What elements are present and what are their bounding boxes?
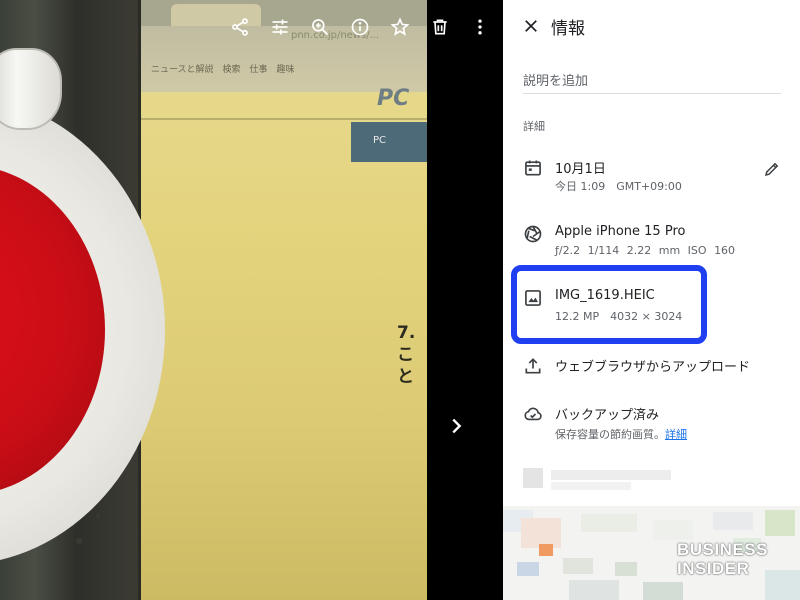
- camera-aperture-icon: [523, 224, 543, 244]
- photo-heading-text: 7. こと: [397, 323, 416, 387]
- description-input[interactable]: 説明を追加: [523, 66, 781, 94]
- photo-laptop-screen: pnn.co.jp/news/... ニュースと解説 検索 仕事 趣味 PC P…: [138, 0, 427, 600]
- camera-settings-text: ƒ/2.2 1/114 2.22 mm ISO 160: [555, 244, 736, 257]
- upload-detail-row: ウェブブラウザからアップロード: [503, 352, 800, 382]
- viewer-toolbar: [220, 14, 500, 40]
- info-icon[interactable]: [340, 14, 380, 40]
- date-text: 10月1日: [555, 162, 606, 177]
- info-panel-title: 情報: [551, 19, 585, 39]
- photo-image: pnn.co.jp/news/... ニュースと解説 検索 仕事 趣味 PC P…: [0, 0, 427, 600]
- upload-source-text: ウェブブラウザからアップロード: [555, 360, 751, 375]
- photo-viewer: pnn.co.jp/news/... ニュースと解説 検索 仕事 趣味 PC P…: [0, 0, 503, 600]
- file-highlight-box: [511, 265, 707, 344]
- photo-site-logo: PC: [377, 86, 410, 111]
- photo-speaker-knob: [0, 48, 62, 130]
- zoom-in-icon[interactable]: [300, 14, 340, 40]
- details-section-label: 詳細: [523, 120, 545, 133]
- backup-details-link[interactable]: 詳細: [665, 428, 687, 441]
- chevron-right-icon[interactable]: [442, 412, 470, 440]
- calendar-icon: [523, 158, 543, 178]
- favorite-star-icon[interactable]: [380, 14, 420, 40]
- more-vert-icon[interactable]: [460, 14, 500, 40]
- obscured-region: [503, 462, 800, 600]
- backup-detail-row: バックアップ済み 保存容量の節約画質。詳細: [503, 402, 800, 446]
- info-panel: 情報 説明を追加 詳細 10月1日 今日 1:09 GMT+09:00 Appl…: [503, 0, 800, 600]
- upload-icon: [523, 356, 543, 376]
- photo-bookmarks-text: ニュースと解説 検索 仕事 趣味: [151, 65, 295, 75]
- watermark-logo: BUSINESS INSIDER: [677, 540, 768, 578]
- cloud-done-icon: [523, 404, 543, 424]
- close-icon[interactable]: [519, 14, 543, 38]
- share-icon[interactable]: [220, 14, 260, 40]
- date-detail-row: 10月1日 今日 1:09 GMT+09:00: [503, 154, 800, 198]
- photo-site-nav-text: PC: [373, 135, 387, 146]
- time-text: 今日 1:09 GMT+09:00: [555, 180, 682, 193]
- backup-status-text: バックアップ済み: [555, 408, 660, 423]
- info-panel-header: 情報: [503, 0, 800, 52]
- camera-model-text: Apple iPhone 15 Pro: [555, 224, 686, 239]
- delete-trash-icon[interactable]: [420, 14, 460, 40]
- edit-pencil-icon[interactable]: [763, 160, 783, 180]
- camera-detail-row: Apple iPhone 15 Pro ƒ/2.2 1/114 2.22 mm …: [503, 220, 800, 264]
- backup-quality-text: 保存容量の節約画質。詳細: [555, 428, 687, 441]
- edit-adjust-icon[interactable]: [260, 14, 300, 40]
